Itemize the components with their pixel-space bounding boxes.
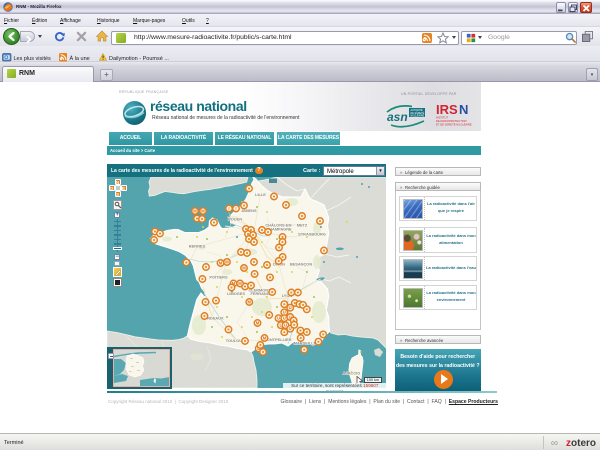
svg-text:M: M: [238, 281, 242, 286]
svg-text:U: U: [283, 316, 286, 321]
svg-text:U: U: [284, 323, 287, 328]
svg-text:POITIERS: POITIERS: [209, 275, 228, 280]
svg-text:IRS: IRS: [436, 102, 458, 117]
svg-text:M: M: [193, 208, 197, 213]
svg-text:U: U: [277, 316, 280, 321]
svg-text:M: M: [263, 335, 267, 340]
svg-text:!: !: [228, 206, 229, 211]
svg-text:DE RADIOPROTECTION: DE RADIOPROTECTION: [436, 119, 467, 123]
svg-text:M: M: [248, 299, 252, 304]
svg-text:!: !: [235, 206, 236, 211]
svg-text:BESANÇON: BESANÇON: [290, 262, 312, 267]
svg-text:asn: asn: [387, 110, 408, 124]
svg-text:NUCLÉAIRE: NUCLÉAIRE: [411, 114, 425, 117]
svg-text:ROUEN: ROUEN: [228, 217, 242, 222]
svg-text:M: M: [242, 265, 246, 270]
svg-text:FERRAND: FERRAND: [250, 291, 269, 296]
svg-text:U: U: [289, 305, 292, 310]
svg-text:RENNES: RENNES: [189, 244, 206, 249]
svg-text:METZ: METZ: [297, 223, 308, 228]
svg-text:U: U: [283, 310, 286, 315]
svg-text:M: M: [219, 260, 223, 265]
svg-text:M: M: [201, 208, 205, 213]
svg-text:STRASBOURG: STRASBOURG: [298, 232, 326, 237]
svg-text:INSTITUT: INSTITUT: [436, 116, 448, 120]
svg-text:M: M: [256, 320, 260, 325]
svg-text:MARSEILLE: MARSEILLE: [294, 341, 317, 346]
svg-text:N: N: [459, 102, 468, 117]
svg-text:LIMOGES: LIMOGES: [227, 291, 245, 296]
svg-text:LILLE: LILLE: [255, 192, 266, 197]
svg-text:M: M: [225, 259, 229, 264]
